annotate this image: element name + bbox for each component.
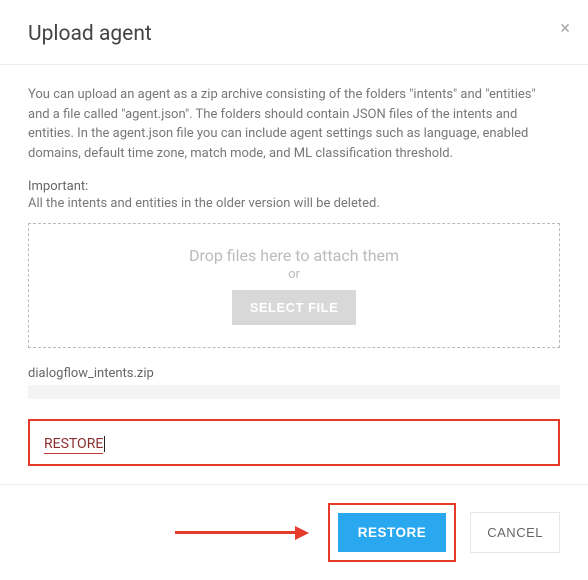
- dialog-body: You can upload an agent as a zip archive…: [0, 65, 588, 484]
- drop-text: Drop files here to attach them: [39, 246, 549, 265]
- cancel-button[interactable]: CANCEL: [470, 512, 560, 553]
- confirm-input-highlight: RESTORE: [28, 419, 560, 466]
- confirm-input[interactable]: RESTORE: [44, 436, 103, 454]
- dialog-title: Upload agent: [28, 22, 560, 46]
- dialog-header: Upload agent ×: [0, 0, 588, 65]
- select-file-button[interactable]: SELECT FILE: [232, 290, 357, 325]
- restore-button[interactable]: RESTORE: [338, 513, 447, 552]
- arrow-annotation-icon: [175, 526, 309, 540]
- dialog-footer: RESTORE CANCEL: [0, 484, 588, 580]
- important-text: All the intents and entities in the olde…: [28, 196, 560, 211]
- text-cursor: [104, 436, 105, 452]
- restore-button-highlight: RESTORE: [328, 503, 457, 562]
- upload-description: You can upload an agent as a zip archive…: [28, 85, 560, 163]
- drop-or-text: or: [39, 267, 549, 282]
- close-icon[interactable]: ×: [560, 18, 570, 39]
- uploaded-filename: dialogflow_intents.zip: [28, 366, 560, 381]
- file-drop-zone[interactable]: Drop files here to attach them or SELECT…: [28, 223, 560, 348]
- important-label: Important:: [28, 179, 560, 194]
- file-progress-bar: [28, 385, 560, 399]
